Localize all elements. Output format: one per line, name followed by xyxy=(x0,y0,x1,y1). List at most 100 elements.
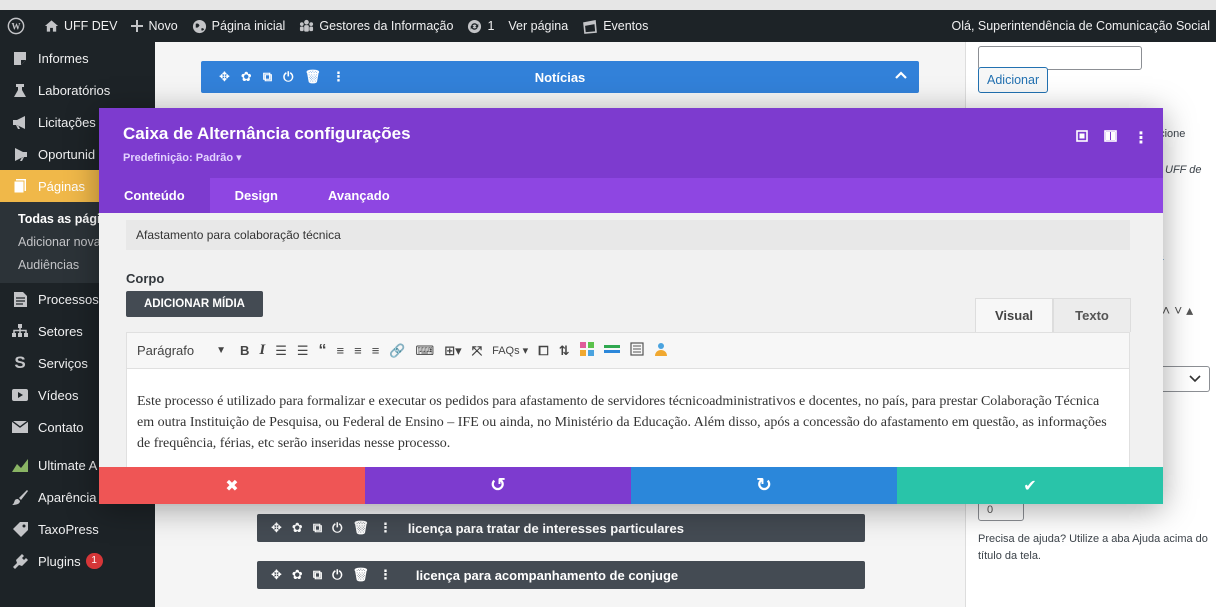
move-icon[interactable]: ✥ xyxy=(271,567,282,583)
help-text: Precisa de ajuda? Utilize a aba Ajuda ac… xyxy=(978,533,1208,562)
blockquote-icon[interactable]: “ xyxy=(319,342,327,360)
rich-text-editor[interactable]: Este processo é utilizado para formaliza… xyxy=(126,368,1130,467)
expand-icon[interactable] xyxy=(1076,129,1088,147)
plus-icon xyxy=(131,20,144,32)
fullscreen-icon[interactable]: ⤧ xyxy=(472,343,482,359)
update-icon xyxy=(468,19,482,33)
chart-icon xyxy=(10,456,30,474)
sidebar-item-label: Laboratórios xyxy=(38,82,111,98)
numbered-list-icon[interactable]: ☰ xyxy=(297,343,309,359)
row-title: licença para acompanhamento de conjuge xyxy=(415,567,679,583)
paintbrush-icon xyxy=(10,488,30,506)
user-icon[interactable] xyxy=(654,342,668,359)
trash-icon[interactable]: 🗑 xyxy=(352,567,369,583)
keyboard-icon[interactable]: ⌨ xyxy=(416,343,435,359)
table-icon[interactable]: ⊞▾ xyxy=(444,343,461,359)
preset-dropdown[interactable]: Predefinição: Padrão ▾ xyxy=(123,151,242,164)
wordpress-logo-icon[interactable]: W xyxy=(0,10,37,42)
more-icon[interactable]: ⋮ xyxy=(379,567,392,583)
chevron-up-icon[interactable] xyxy=(895,69,907,84)
tab-avancado[interactable]: Avançado xyxy=(303,178,415,213)
add-button[interactable]: Adicionar xyxy=(978,67,1049,93)
plug-icon xyxy=(10,552,30,570)
more-icon[interactable]: ⋮ xyxy=(379,520,392,536)
sidebar-item-label: Plugins xyxy=(38,553,81,569)
format-select[interactable]: Parágrafo ▼ xyxy=(137,343,226,358)
new-label: Novo xyxy=(148,19,178,33)
faqs-dropdown[interactable]: FAQs ▾ xyxy=(492,344,528,357)
bullet-list-icon[interactable]: ☰ xyxy=(275,343,287,359)
chevron-down-icon xyxy=(1189,375,1201,383)
home-icon xyxy=(44,20,59,32)
add-media-button[interactable]: ADICIONAR MÍDIA xyxy=(126,291,263,317)
move-icon[interactable]: ✥ xyxy=(271,520,282,536)
shortcode-icon[interactable]: ⧠ xyxy=(538,343,548,359)
gear-icon[interactable]: ✿ xyxy=(292,520,303,536)
sort-icon[interactable]: ⇅ xyxy=(559,343,570,359)
sidebar-item-taxopress[interactable]: TaxoPress xyxy=(0,513,155,545)
module-noticias[interactable]: ✥ ✿ ⧉ ⏻ 🗑 ⋮ Notícias xyxy=(201,61,919,93)
modal-body: Afastamento para colaboração técnica Cor… xyxy=(99,213,1163,467)
more-options-icon[interactable]: ⋮ xyxy=(1133,128,1149,148)
duplicate-icon[interactable]: ⧉ xyxy=(313,520,322,536)
sidebar-item-laboratorios[interactable]: Laboratórios xyxy=(0,74,155,106)
events-link[interactable]: Eventos xyxy=(575,10,655,42)
align-left-icon[interactable]: ≡ xyxy=(337,343,345,358)
view-page-link[interactable]: Ver página xyxy=(501,10,575,42)
sidebar-item-label: Páginas xyxy=(38,178,85,194)
new-content-link[interactable]: Novo xyxy=(124,10,184,42)
document-icon xyxy=(10,49,30,67)
link-icon[interactable]: 🔗 xyxy=(389,343,405,359)
redo-icon: ↻ xyxy=(756,475,772,496)
gestores-label: Gestores da Informação xyxy=(319,19,454,33)
duplicate-icon[interactable]: ⧉ xyxy=(313,567,322,583)
account-greeting[interactable]: Olá, Superintendência de Comunicação Soc… xyxy=(945,10,1216,42)
sidebar-item-label: Licitações xyxy=(38,114,96,130)
cancel-button[interactable]: ✖ xyxy=(99,467,365,504)
events-label: Eventos xyxy=(603,19,649,33)
align-right-icon[interactable]: ≡ xyxy=(372,343,380,358)
panel-select[interactable] xyxy=(1160,366,1210,392)
svg-text:W: W xyxy=(12,22,21,32)
align-center-icon[interactable]: ≡ xyxy=(354,343,362,358)
sidebar-item-plugins[interactable]: Plugins 1 xyxy=(0,545,155,577)
divider-green-icon[interactable] xyxy=(603,343,620,358)
split-view-icon[interactable] xyxy=(1104,129,1117,147)
title-field[interactable]: Afastamento para colaboração técnica xyxy=(126,220,1130,250)
bold-icon[interactable]: B xyxy=(240,343,249,358)
tab-visual[interactable]: Visual xyxy=(975,298,1053,332)
tab-texto[interactable]: Texto xyxy=(1053,298,1131,332)
home-label: Página inicial xyxy=(211,19,286,33)
toggle-module-row[interactable]: ✥ ✿ ⧉ ⏻ 🗑 ⋮ licença para acompanhamento … xyxy=(257,561,865,589)
number-value: 0 xyxy=(987,504,994,516)
plugins-update-badge: 1 xyxy=(85,553,103,569)
updates-link[interactable]: 1 xyxy=(460,10,501,42)
tab-conteudo[interactable]: Conteúdo xyxy=(99,178,210,213)
trash-icon[interactable]: 🗑 xyxy=(352,520,369,536)
power-icon[interactable]: ⏻ xyxy=(332,520,342,536)
video-icon xyxy=(10,386,30,404)
gestores-link[interactable]: Gestores da Informação xyxy=(292,10,460,42)
document-lines-icon[interactable] xyxy=(629,342,644,359)
modal-title: Caixa de Alternância configurações xyxy=(123,124,411,143)
save-button[interactable]: ✔ xyxy=(897,467,1163,504)
power-icon[interactable]: ⏻ xyxy=(332,567,342,583)
site-name-link[interactable]: UFF DEV xyxy=(37,10,124,42)
redo-button[interactable]: ↻ xyxy=(631,467,897,504)
modal-footer: ✖ ↺ ↻ ✔ xyxy=(99,467,1163,504)
letter-s-icon: S xyxy=(14,353,26,372)
updates-count: 1 xyxy=(487,19,495,33)
gear-icon[interactable]: ✿ xyxy=(292,567,303,583)
undo-button[interactable]: ↺ xyxy=(365,467,631,504)
check-icon: ✔ xyxy=(1023,477,1037,495)
home-page-link[interactable]: Página inicial xyxy=(185,10,293,42)
globe-icon xyxy=(192,19,206,33)
grid-color-icon[interactable] xyxy=(579,342,594,359)
sidebar-item-informes[interactable]: Informes xyxy=(0,42,155,74)
toggle-module-row[interactable]: ✥ ✿ ⧉ ⏻ 🗑 ⋮ licença para tratar de inter… xyxy=(257,514,865,542)
modal-tabs: Conteúdo Design Avançado xyxy=(99,178,1163,213)
screen: W UFF DEV Novo Página inicial Gestores d… xyxy=(0,0,1216,607)
row-title: licença para tratar de interesses partic… xyxy=(407,520,684,536)
italic-icon[interactable]: I xyxy=(259,342,265,359)
tab-design[interactable]: Design xyxy=(210,178,303,213)
